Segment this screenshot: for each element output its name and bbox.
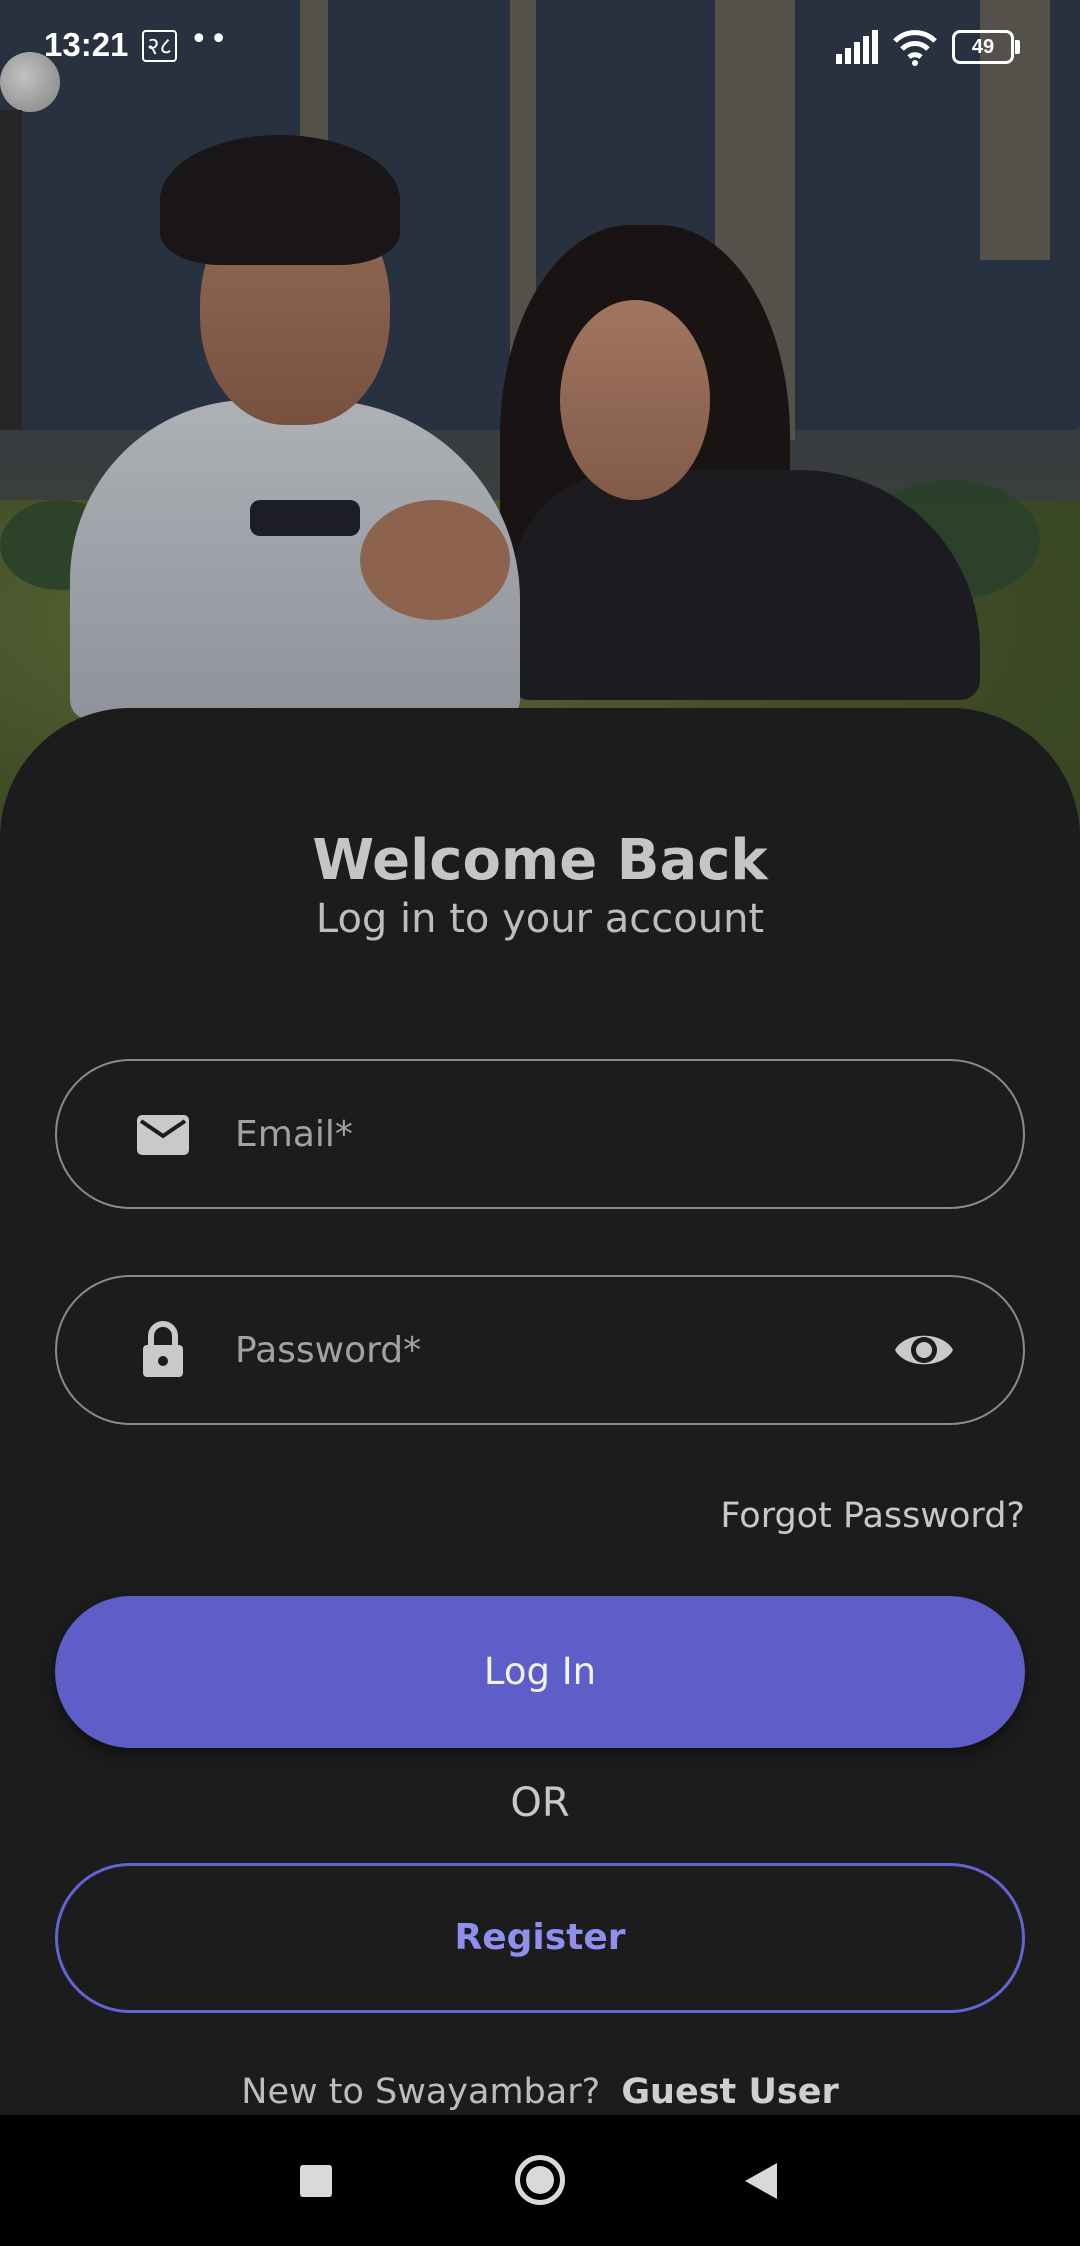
or-divider-label: OR <box>510 1780 570 1826</box>
battery-icon: 49 <box>952 30 1020 64</box>
guest-user-link[interactable]: Guest User <box>621 2072 838 2112</box>
more-notifications-indicator: •• <box>190 22 230 57</box>
email-field[interactable] <box>55 1059 1025 1209</box>
guest-row: New to Swayambar? Guest User <box>0 2072 1080 2112</box>
page-subtitle: Log in to your account <box>315 896 765 942</box>
navigation-bar <box>0 2115 1080 2246</box>
register-button[interactable]: Register <box>55 1863 1025 2013</box>
login-button[interactable]: Log In <box>55 1596 1025 1748</box>
lock-icon <box>143 1321 183 1377</box>
email-icon <box>137 1115 189 1155</box>
new-user-text: New to Swayambar? <box>241 2072 601 2112</box>
wifi-icon <box>893 30 937 66</box>
forgot-password-link[interactable]: Forgot Password? <box>720 1496 1025 1536</box>
email-input[interactable] <box>235 1061 895 1207</box>
battery-level: 49 <box>971 36 995 58</box>
eye-icon[interactable] <box>893 1323 955 1377</box>
status-bar: 13:21 २८ •• 49 <box>0 0 1080 95</box>
square-icon[interactable] <box>300 2165 332 2197</box>
signal-icon <box>836 30 878 64</box>
notification-icon: २८ <box>142 30 177 62</box>
password-input[interactable] <box>235 1277 895 1423</box>
battery-tip <box>1015 40 1020 54</box>
status-time: 13:21 <box>44 26 129 63</box>
circle-icon[interactable] <box>515 2155 565 2205</box>
page-title: Welcome Back <box>312 828 768 893</box>
password-field[interactable] <box>55 1275 1025 1425</box>
triangle-back-icon[interactable] <box>745 2163 777 2199</box>
